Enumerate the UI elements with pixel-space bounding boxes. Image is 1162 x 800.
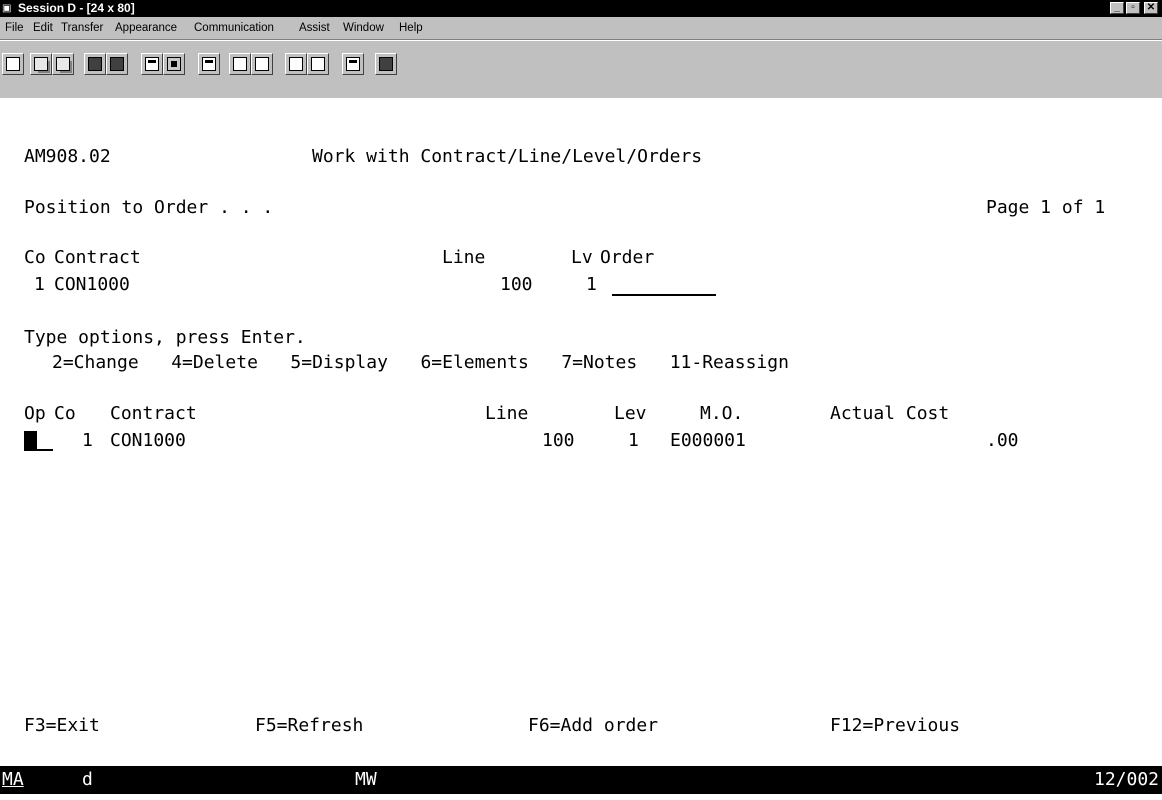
minimize-button[interactable]: _ <box>1110 2 1124 14</box>
receive-file-button[interactable] <box>106 53 128 75</box>
f5-refresh-key[interactable]: F5=Refresh <box>255 715 363 737</box>
toolbar <box>0 40 1162 98</box>
col-op: Op <box>24 403 46 424</box>
close-button[interactable]: ✕ <box>1144 2 1158 14</box>
f6-add-order-key[interactable]: F6=Add order <box>528 715 658 737</box>
paste-icon <box>56 57 70 71</box>
menu-window[interactable]: Window <box>343 20 384 36</box>
f3-exit-key[interactable]: F3=Exit <box>24 715 100 737</box>
stop-icon <box>311 57 325 71</box>
keypad-icon <box>145 57 159 71</box>
menu-communication[interactable]: Communication <box>194 20 274 36</box>
page-info: Page 1 of 1 <box>986 197 1106 218</box>
keypad-button[interactable] <box>141 53 163 75</box>
col-mo: M.O. <box>700 403 744 424</box>
instructions-text: Type options, press Enter. <box>24 327 306 348</box>
header-contract-value: CON1000 <box>54 274 130 295</box>
record-icon <box>233 57 247 71</box>
menu-edit[interactable]: Edit <box>33 20 53 36</box>
program-id: AM908.02 <box>24 146 111 167</box>
f12-previous-key[interactable]: F12=Previous <box>830 715 960 737</box>
status-session: d <box>82 769 93 790</box>
header-co-value: 1 <box>34 274 45 295</box>
header-line-value: 100 <box>500 274 533 295</box>
send-file-button[interactable] <box>84 53 106 75</box>
clipboard-button[interactable] <box>342 53 364 75</box>
exit-button[interactable] <box>375 53 397 75</box>
clipboard-icon <box>346 57 360 71</box>
row-actual-cost: .00 <box>986 430 1019 451</box>
page-title: Work with Contract/Line/Level/Orders <box>312 146 703 167</box>
play-icon <box>255 57 269 71</box>
order-input-underline <box>612 294 716 296</box>
text-cursor <box>24 431 37 451</box>
receive-file-icon <box>110 57 124 71</box>
row-co: 1 <box>82 430 93 451</box>
terminal-screen[interactable]: AM908.02 Work with Contract/Line/Level/O… <box>0 98 1162 766</box>
header-line: Line <box>442 247 486 268</box>
menu-appearance[interactable]: Appearance <box>115 20 177 36</box>
header-lv-value: 1 <box>586 274 597 295</box>
stop-button[interactable] <box>307 53 329 75</box>
position-to-order-label: Position to Order . . . <box>24 197 274 218</box>
play-button[interactable] <box>251 53 273 75</box>
col-lev: Lev <box>614 403 647 424</box>
exit-icon <box>379 57 393 71</box>
header-order: Order <box>600 247 655 268</box>
display-button[interactable] <box>163 53 185 75</box>
menu-transfer[interactable]: Transfer <box>61 20 103 36</box>
col-contract: Contract <box>110 403 197 424</box>
menu-file[interactable]: File <box>5 20 24 36</box>
menu-help[interactable]: Help <box>399 20 423 36</box>
header-co: Co <box>24 247 46 268</box>
bottom-strip <box>0 794 1162 800</box>
start-icon <box>289 57 303 71</box>
window-title: Session D - [24 x 80] <box>18 1 135 15</box>
status-indicator: MW <box>355 769 377 790</box>
send-file-icon <box>88 57 102 71</box>
copy-button[interactable] <box>30 53 52 75</box>
menu-assist[interactable]: Assist <box>299 20 330 36</box>
col-actual-cost: Actual Cost <box>830 403 950 424</box>
col-co: Co <box>54 403 76 424</box>
maximize-button[interactable]: ▫ <box>1126 2 1140 14</box>
screen-button[interactable] <box>2 53 24 75</box>
paste-button[interactable] <box>52 53 74 75</box>
screen-icon <box>6 57 20 71</box>
menu-bar: File Edit Transfer Appearance Communicat… <box>0 17 1162 40</box>
row-line: 100 <box>542 430 575 451</box>
status-cursor-position: 12/002 <box>1094 769 1160 790</box>
start-button[interactable] <box>285 53 307 75</box>
copy-icon <box>34 57 48 71</box>
header-lv: Lv <box>571 247 593 268</box>
options-legend: 2=Change 4=Delete 5=Display 6=Elements 7… <box>52 352 789 373</box>
header-contract: Contract <box>54 247 141 268</box>
op-input-underline <box>37 449 53 451</box>
row-mo: E000001 <box>670 430 746 451</box>
macro-icon <box>202 57 216 71</box>
macro-button[interactable] <box>198 53 220 75</box>
col-line: Line <box>485 403 529 424</box>
title-bar: ▣ Session D - [24 x 80] _ ▫ ✕ <box>0 0 1162 17</box>
row-contract: CON1000 <box>110 430 186 451</box>
status-mode: MA <box>2 769 24 790</box>
status-bar: MA d MW 12/002 <box>0 766 1162 794</box>
record-button[interactable] <box>229 53 251 75</box>
system-menu-icon[interactable]: ▣ <box>2 2 16 15</box>
row-lev: 1 <box>628 430 639 451</box>
display-icon <box>167 57 181 71</box>
